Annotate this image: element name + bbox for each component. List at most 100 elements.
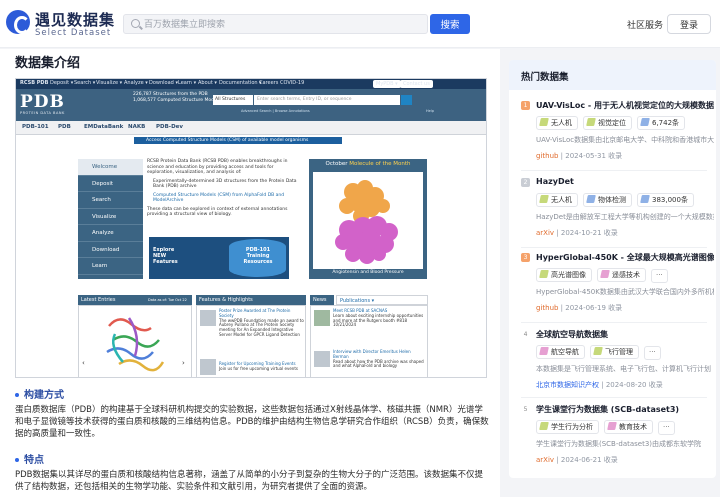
rcsb-nav-about: About ▾ bbox=[198, 80, 217, 86]
tag-label: 无人机 bbox=[551, 119, 572, 127]
logo-icon[interactable] bbox=[6, 10, 30, 34]
tag-label: 视觉定位 bbox=[598, 119, 626, 127]
dataset-title[interactable]: 全球航空导航数据集 bbox=[536, 329, 714, 340]
tag-chip[interactable]: 视觉定位 bbox=[583, 116, 632, 130]
tag-chip[interactable]: 飞行管理 bbox=[590, 345, 639, 359]
structure-paragraph: 蛋白质数据库（PDB）的构建基于全球科研机构提交的实验数据，这些数据包括通过X射… bbox=[15, 405, 489, 439]
tag-chip[interactable]: 航空导航 bbox=[536, 345, 585, 359]
rcsb-advanced-link: Advanced Search | Browse Annotations bbox=[241, 109, 310, 113]
more-tags-button[interactable]: ··· bbox=[658, 421, 675, 435]
dataset-item[interactable]: 3 HyperGlobal-450K - 全球最大规模高光谱图像数据集 高光谱图… bbox=[521, 252, 714, 322]
divider bbox=[521, 170, 707, 171]
latest-next-icon: › bbox=[182, 359, 185, 367]
rcsb-intro-item-csm: Computed Structure Models (CSM) from Alp… bbox=[153, 192, 285, 204]
rcsb-logo-sub: PROTEIN DATA BANK bbox=[20, 111, 65, 115]
rcsb-intro-item-pdb: Experimentally-determined 3D structures … bbox=[153, 178, 297, 190]
rcsb-partner-strip: PDB-101 PDB EMDataBank NAKB PDB-Dev bbox=[16, 121, 486, 135]
rcsb-partner-emdb: EMDataBank bbox=[84, 124, 124, 130]
logo-subtitle: Select Dataset bbox=[35, 28, 112, 38]
features-heading: 特点 bbox=[15, 451, 44, 466]
logo-title[interactable]: 遇见数据集 bbox=[35, 9, 115, 30]
tag-label: 飞行管理 bbox=[605, 348, 633, 356]
dataset-title[interactable]: 学生课堂行为数据集 (SCB-dataset3) bbox=[536, 404, 714, 415]
tag-label: 遥感技术 bbox=[612, 271, 640, 279]
rcsb-topbar: RCSB PDB Deposit ▾ Search ▾ Visualize ▾ … bbox=[16, 79, 486, 89]
search-box bbox=[123, 14, 428, 34]
rcsb-latest-title: Latest Entries bbox=[81, 297, 116, 303]
more-tags-button[interactable]: ··· bbox=[644, 346, 661, 360]
dataset-item[interactable]: 5 学生课堂行为数据集 (SCB-dataset3) 学生行为分析 教育技术 ···… bbox=[521, 404, 711, 474]
rcsb-side-welcome: Welcome bbox=[78, 159, 143, 176]
structure-heading: 构建方式 bbox=[15, 386, 64, 401]
rcsb-explore-banner: Explore NEW Features PDB-101 Training Re… bbox=[149, 237, 289, 279]
feature-photo-2 bbox=[200, 359, 216, 375]
rcsb-nav-learn: Learn ▾ bbox=[178, 80, 197, 86]
source-label[interactable]: arXiv bbox=[536, 229, 554, 237]
tag-list: 无人机 物体检测 383,000条 bbox=[536, 193, 699, 207]
rcsb-side-deposit: Deposit bbox=[78, 176, 143, 192]
tag-icon bbox=[593, 347, 603, 355]
rcsb-nav-search: Search ▾ bbox=[74, 80, 96, 86]
dataset-meta: arXiv | 2024-10-21 收录 bbox=[536, 229, 618, 237]
feature-1-title: Poster Prize Awarded at The Protein Soci… bbox=[219, 308, 291, 318]
dataset-description: 本数据集是飞行管理系统、电子飞行包、计算机飞行计划 bbox=[536, 365, 711, 373]
search-icon bbox=[131, 19, 140, 28]
source-label[interactable]: 北京市数据知识产权 bbox=[536, 381, 599, 389]
rcsb-explore-text: Explore NEW Features bbox=[153, 247, 178, 265]
rcsb-nav-deposit: Deposit ▾ bbox=[50, 80, 74, 86]
hot-datasets-header: 热门数据集 bbox=[509, 60, 716, 90]
source-label[interactable]: arXiv bbox=[536, 456, 554, 464]
rcsb-latest-panel bbox=[78, 305, 192, 377]
tag-chip[interactable]: 教育技术 bbox=[604, 420, 653, 434]
feature-photo-1 bbox=[200, 310, 216, 326]
dataset-title[interactable]: UAV-VisLoc - 用于无人机视觉定位的大规模数据集 bbox=[536, 100, 714, 111]
rcsb-search-select: All Structures bbox=[213, 95, 253, 105]
tag-icon bbox=[586, 195, 596, 203]
community-link[interactable]: 社区服务 bbox=[627, 18, 663, 31]
search-input[interactable] bbox=[144, 17, 424, 32]
feature-item-2: Register for Upcoming Training Events Jo… bbox=[219, 361, 304, 372]
tag-label: 教育技术 bbox=[619, 423, 647, 431]
dataset-item[interactable]: 1 UAV-VisLoc - 用于无人机视觉定位的大规模数据集 无人机 视觉定位 6… bbox=[521, 100, 714, 170]
dataset-item[interactable]: 4 全球航空导航数据集 航空导航 飞行管理 ··· 本数据集是飞行管理系统、电子飞行… bbox=[521, 329, 711, 399]
rcsb-nav-docs: Documentation ▾ bbox=[219, 80, 262, 86]
source-label[interactable]: github bbox=[536, 152, 558, 160]
tag-chip[interactable]: 遥感技术 bbox=[597, 268, 646, 282]
rcsb-nav-download: Download ▾ bbox=[149, 80, 178, 86]
tag-chip[interactable]: 无人机 bbox=[536, 193, 578, 207]
dataset-description: HazyDet是由解放军工程大学等机构创建的一个大规模数据集 bbox=[536, 213, 714, 221]
login-button[interactable]: 登录 bbox=[667, 14, 711, 34]
more-tags-button[interactable]: ··· bbox=[651, 269, 668, 283]
tag-label: 高光谱图像 bbox=[551, 271, 586, 279]
tag-list: 航空导航 飞行管理 ··· bbox=[536, 345, 661, 360]
section-title: 数据集介绍 bbox=[15, 56, 81, 71]
tag-chip[interactable]: 物体检测 bbox=[583, 193, 632, 207]
rcsb-pdb101-text: PDB-101 Training Resources bbox=[243, 247, 273, 265]
rcsb-publications-header: Publications ▾ bbox=[336, 295, 428, 305]
rcsb-partner-pdbdev: PDB-Dev bbox=[156, 124, 183, 130]
news-item-1: Meet RCSB PDB at SACNAS Learn about exci… bbox=[333, 308, 425, 328]
dataset-title[interactable]: HazyDet bbox=[536, 177, 714, 186]
date-label: 2024-08-20 收录 bbox=[605, 381, 663, 389]
dataset-meta: arXiv | 2024-06-21 收录 bbox=[536, 456, 618, 464]
tag-list: 学生行为分析 教育技术 ··· bbox=[536, 420, 675, 435]
date-label: 2024-10-21 收录 bbox=[560, 229, 618, 237]
tag-chip[interactable]: 无人机 bbox=[536, 116, 578, 130]
tag-chip[interactable]: 学生行为分析 bbox=[536, 420, 599, 434]
rank-badge: 1 bbox=[521, 101, 530, 110]
size-chip: 383,000条 bbox=[637, 193, 694, 207]
dataset-item[interactable]: 2 HazyDet 无人机 物体检测 383,000条 HazyDet是由解放军工程… bbox=[521, 177, 714, 247]
tag-list: 无人机 视觉定位 6,742条 bbox=[536, 116, 690, 130]
tag-chip[interactable]: 高光谱图像 bbox=[536, 268, 592, 282]
hot-datasets-panel: 热门数据集 1 UAV-VisLoc - 用于无人机视觉定位的大规模数据集 无人… bbox=[509, 60, 716, 478]
dataset-title[interactable]: HyperGlobal-450K - 全球最大规模高光谱图像数据集 bbox=[536, 252, 714, 263]
search-button[interactable]: 搜索 bbox=[430, 14, 470, 34]
source-label[interactable]: github bbox=[536, 304, 558, 312]
rcsb-contact: Contact us bbox=[400, 80, 433, 88]
rcsb-csm-row: Access Computed Structure Models (CSM) o… bbox=[16, 136, 486, 145]
rcsb-partner-wwpdb: PDB bbox=[58, 124, 71, 130]
size-chip: 6,742条 bbox=[637, 116, 686, 130]
rcsb-search-field: Enter search terms, Entry ID, or sequenc… bbox=[254, 95, 400, 105]
tag-icon bbox=[539, 422, 549, 430]
rcsb-features-header: Features & Highlights bbox=[196, 295, 306, 305]
